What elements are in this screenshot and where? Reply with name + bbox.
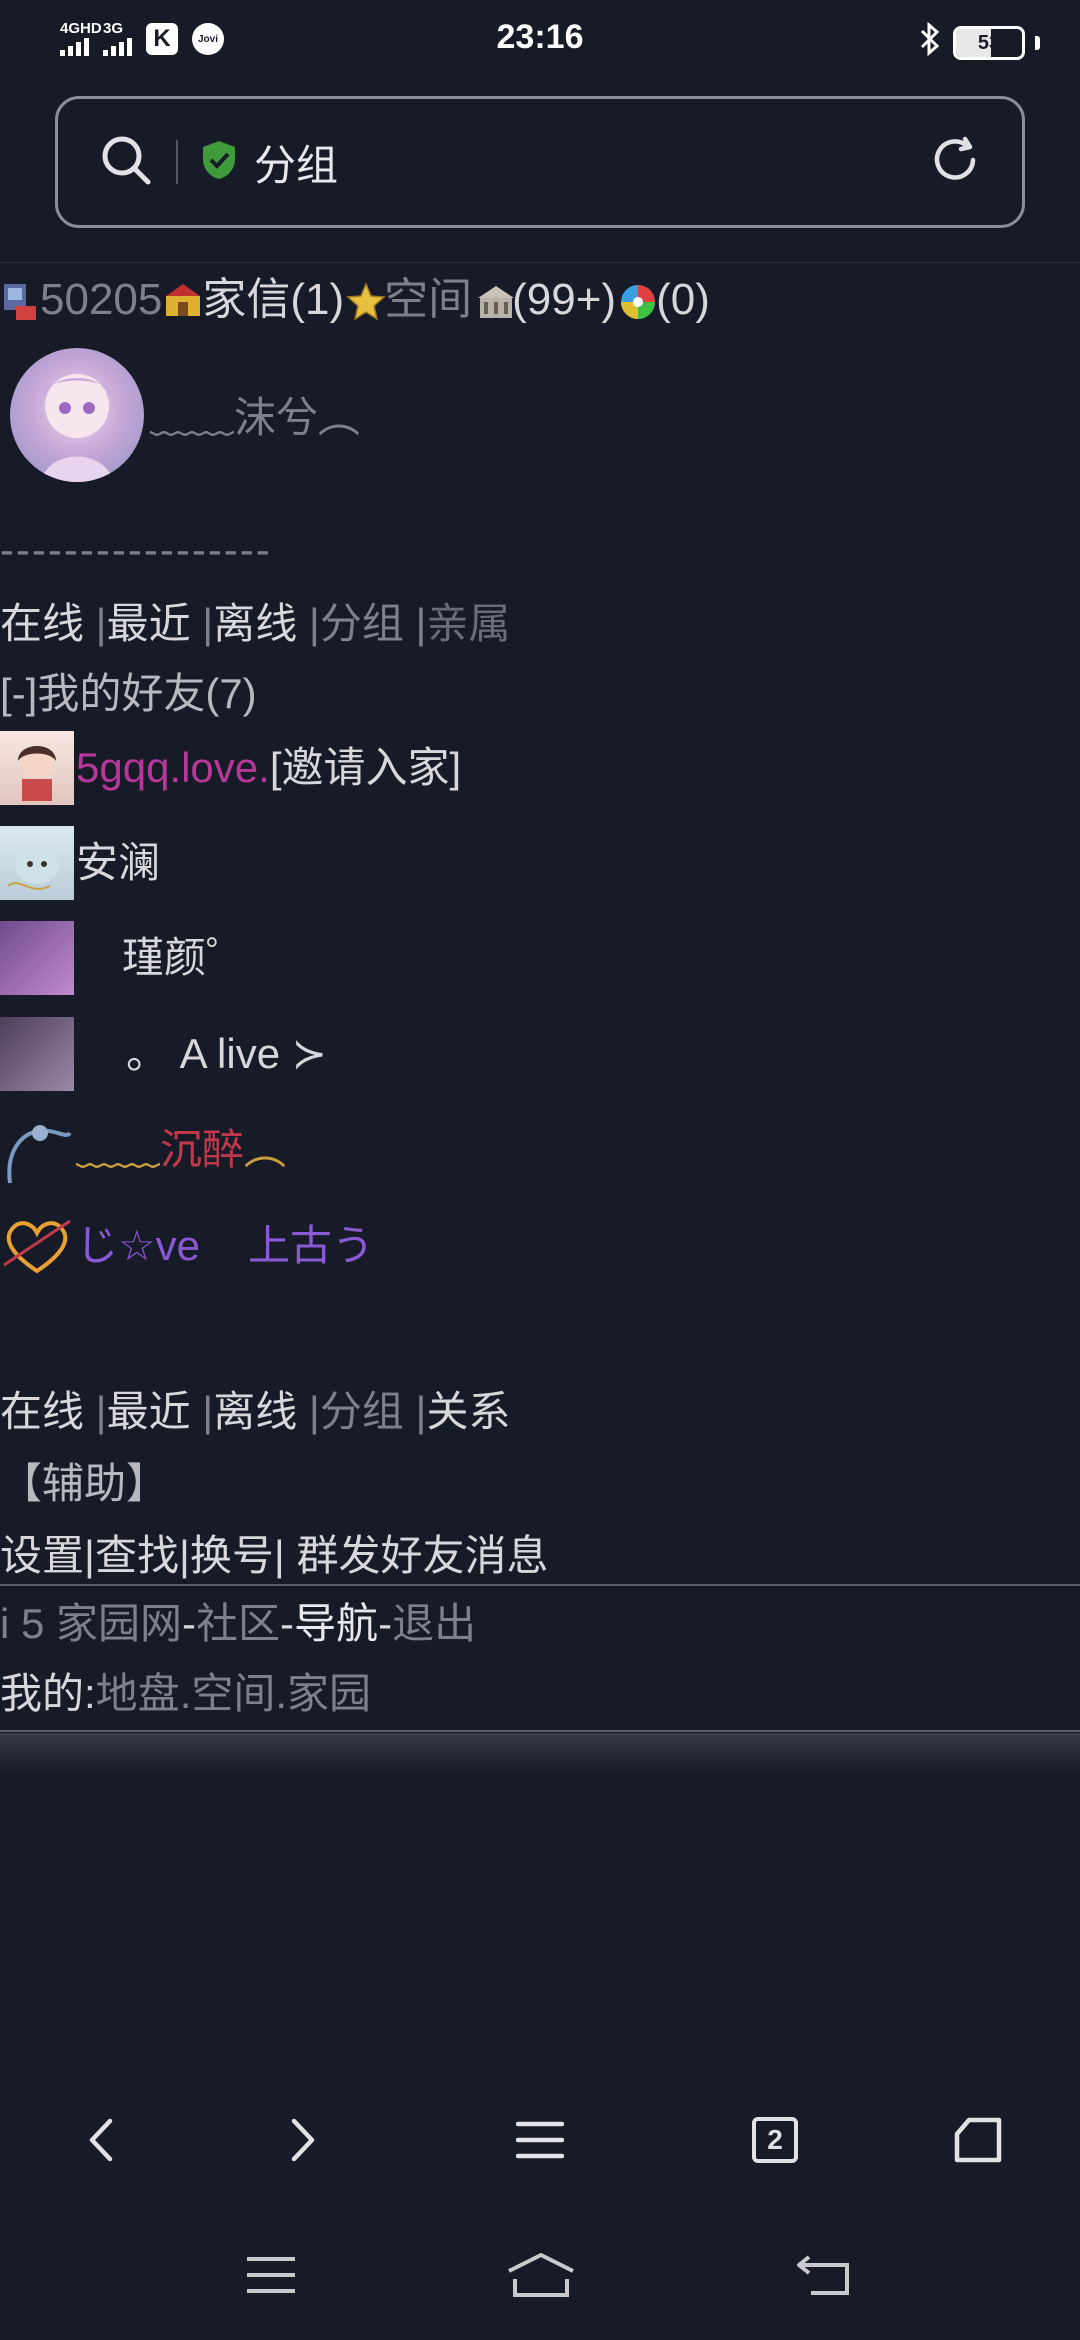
mine-label: 我的: [0, 1670, 96, 1717]
list-item[interactable]: 5gqq.love. [邀请入家] [0, 728, 461, 808]
friend-name-part[interactable]: ︵ [244, 1129, 286, 1171]
community-link[interactable]: 社区 [196, 1603, 280, 1645]
tab-offline[interactable]: 离线 [213, 603, 297, 645]
list-item[interactable]: ﹏﹏ 沉醉 ︵ [0, 1110, 286, 1190]
friend-name[interactable]: 上古う [248, 1225, 374, 1267]
mass-message-link[interactable]: 群发好友消息 [296, 1535, 548, 1577]
mail-link[interactable]: 家信(1) [202, 278, 344, 322]
color-wheel-icon [618, 280, 656, 320]
list-item[interactable]: 。 A live ≻ [0, 1014, 327, 1094]
user-id[interactable]: 50205 [40, 278, 162, 322]
friend-name[interactable]: 沉醉 [160, 1129, 244, 1171]
star-icon [346, 280, 386, 321]
site-link[interactable]: i 5 家园网 [0, 1603, 182, 1645]
bluetooth-icon [917, 21, 943, 64]
tab-group[interactable]: 分组 [320, 603, 404, 645]
system-home-icon[interactable] [496, 2240, 586, 2310]
list-item[interactable]: 安澜 [0, 823, 160, 903]
group-header[interactable]: [-]我的好友(7) [0, 673, 257, 715]
pc-icon [2, 280, 38, 320]
separator-line: ----------------- [0, 526, 272, 573]
friend-name[interactable]: 瑾颜゜ [122, 937, 248, 979]
friend-name[interactable]: 。 A live ≻ [126, 1033, 327, 1075]
friend-avatar [0, 1017, 74, 1091]
friend-name-part[interactable]: じ☆ve [76, 1225, 200, 1267]
menu-icon[interactable] [500, 2100, 580, 2180]
divider [0, 1730, 1080, 1732]
tab-online-bottom[interactable]: 在线 [0, 1391, 84, 1433]
tab-offline-bottom[interactable]: 离线 [213, 1391, 297, 1433]
friend-name[interactable]: 安澜 [76, 842, 160, 884]
browser-toolbar: 2 [0, 2100, 1080, 2180]
list-item[interactable]: 瑾颜゜ [0, 918, 248, 998]
friend-avatar [0, 731, 74, 805]
color-count[interactable]: (0) [656, 278, 710, 322]
profile-nickname: ﹏﹏沫兮︵ [150, 394, 361, 441]
nav-link[interactable]: 导航 [294, 1603, 378, 1645]
status-bar: 4GHD 3G K Jovi 23:16 53 [0, 0, 1080, 86]
invite-link[interactable]: [邀请入家] [270, 747, 461, 789]
page-title: 分组 [254, 141, 339, 189]
find-link[interactable]: 查找 [95, 1535, 179, 1577]
search-icon[interactable] [98, 132, 154, 193]
friend-avatar [0, 826, 74, 900]
home-icon[interactable] [938, 2100, 1018, 2180]
tabs-button[interactable]: 2 [735, 2100, 815, 2180]
land-link[interactable]: 地盘 [96, 1673, 180, 1715]
forward-icon[interactable] [262, 2100, 342, 2180]
tab-recent-bottom[interactable]: 最近 [107, 1391, 191, 1433]
recents-icon[interactable] [226, 2240, 316, 2310]
tab-family[interactable]: 亲属 [426, 603, 510, 645]
settings-link[interactable]: 设置 [0, 1535, 84, 1577]
building-icon [474, 280, 515, 320]
tab-online[interactable]: 在线 [0, 603, 84, 645]
space-link-footer[interactable]: 空间 [191, 1673, 275, 1715]
back-icon[interactable] [62, 2100, 142, 2180]
heart-avatar-icon [0, 1209, 74, 1283]
friend-avatar [0, 1113, 74, 1187]
profile-avatar[interactable] [10, 348, 144, 482]
friend-name-part[interactable]: ﹏﹏ [76, 1129, 160, 1171]
battery-level: 53 [977, 31, 1001, 54]
tab-relation[interactable]: 关系 [426, 1391, 510, 1433]
home-link[interactable]: 家园 [287, 1673, 371, 1715]
battery-icon: 53 [953, 26, 1025, 60]
switch-account-link[interactable]: 换号 [190, 1535, 274, 1577]
house-count[interactable]: (99+) [512, 278, 616, 322]
tab-count: 2 [752, 2117, 798, 2163]
assist-title: 【辅助】 [0, 1460, 169, 1507]
mailbox-icon [164, 280, 201, 320]
logout-link[interactable]: 退出 [392, 1603, 476, 1645]
shield-check-icon [200, 139, 238, 186]
tab-group-bottom[interactable]: 分组 [320, 1391, 404, 1433]
address-bar[interactable]: 分组 [55, 96, 1025, 228]
refresh-icon[interactable] [928, 133, 982, 192]
friend-avatar [0, 921, 74, 995]
space-link[interactable]: 空间 [384, 278, 472, 322]
tab-recent[interactable]: 最近 [107, 603, 191, 645]
divider [176, 140, 178, 184]
system-back-icon[interactable] [778, 2240, 868, 2310]
system-nav-bar [0, 2240, 1080, 2310]
list-item[interactable]: じ☆ve 上古う [0, 1206, 374, 1286]
divider [0, 1584, 1080, 1586]
friend-name[interactable]: 5gqq.love. [76, 747, 270, 789]
